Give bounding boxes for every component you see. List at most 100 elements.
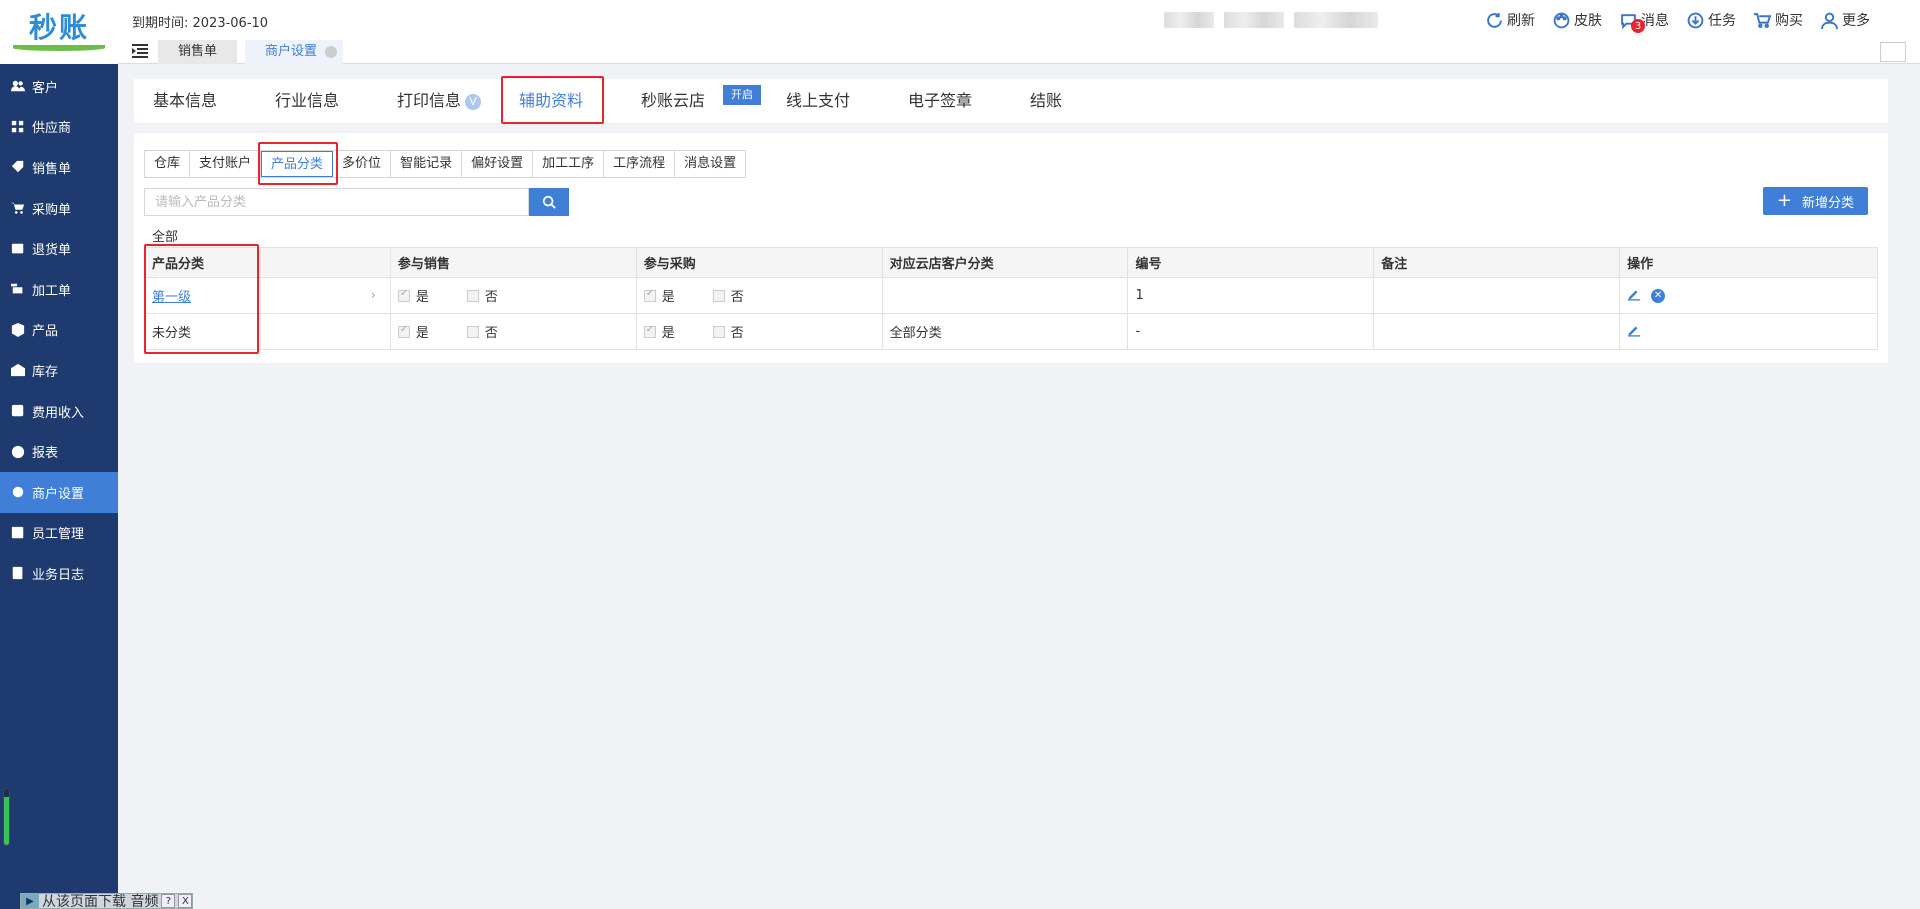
sidebar-item-5[interactable]: 加工单 xyxy=(0,269,118,310)
return-icon xyxy=(10,241,26,257)
category-name[interactable]: 第一级 xyxy=(152,290,191,305)
checkbox[interactable] xyxy=(466,325,479,338)
sidebar-item-8[interactable]: 费用收入 xyxy=(0,391,118,432)
category-search-input[interactable] xyxy=(144,188,529,216)
option-yes[interactable]: 是 xyxy=(397,286,429,305)
sidebar-item-6[interactable]: 产品 xyxy=(0,310,118,351)
sidebar-item-4[interactable]: 退货单 xyxy=(0,228,118,269)
tab-print-info-label: 打印信息 xyxy=(397,91,462,110)
subtab-1[interactable]: 支付账户 xyxy=(190,151,262,177)
tab-e-signature[interactable]: 电子签章 xyxy=(908,79,972,123)
checkbox[interactable] xyxy=(712,289,725,302)
sidebar-item-11[interactable]: 员工管理 xyxy=(0,513,118,554)
top-action-task[interactable]: 任务 xyxy=(1687,10,1736,30)
delete-icon[interactable]: ✕ xyxy=(1651,288,1666,303)
menu-toggle-icon[interactable] xyxy=(132,44,148,58)
cell-cloud-category xyxy=(881,277,1129,314)
subtab-6[interactable]: 加工工序 xyxy=(533,151,605,177)
option-yes[interactable]: 是 xyxy=(643,322,675,341)
subtab-3[interactable]: 多价位 xyxy=(333,151,392,177)
option-no[interactable]: 否 xyxy=(712,286,744,305)
logo-swoosh xyxy=(13,45,105,51)
blurred-info xyxy=(1224,12,1284,28)
help-button[interactable]: ? xyxy=(161,894,176,908)
cloud-store-open-badge: 开启 xyxy=(723,85,761,105)
option-no[interactable]: 否 xyxy=(466,286,498,305)
col-header-remark: 备注 xyxy=(1373,247,1621,278)
subtab-4[interactable]: 智能记录 xyxy=(391,151,463,177)
tab-cloud-store[interactable]: 秒账云店 xyxy=(641,79,705,123)
category-table: 产品分类 参与销售 参与采购 对应云店客户分类 编号 备注 操作 第一级›是否是… xyxy=(144,247,1878,350)
sidebar-scroll-indicator[interactable] xyxy=(3,788,10,846)
cell-sale: 是否 xyxy=(389,277,637,314)
sidebar-item-1[interactable]: 供应商 xyxy=(0,107,118,148)
top-action-label: 皮肤 xyxy=(1574,13,1602,29)
sidebar-item-3[interactable]: 采购单 xyxy=(0,188,118,229)
top-action-palette[interactable]: 皮肤 xyxy=(1553,10,1602,30)
table-header-row: 产品分类 参与销售 参与采购 对应云店客户分类 编号 备注 操作 xyxy=(144,247,1878,278)
cell-category[interactable]: 第一级 xyxy=(144,277,261,314)
settings-tabs: 基本信息 行业信息 打印信息 V 辅助资料 秒账云店 开启 线上支付 电子签章 结… xyxy=(134,76,1888,124)
cell-actions: ✕ xyxy=(1619,277,1878,314)
search-bar xyxy=(144,188,569,216)
subtab-7[interactable]: 工序流程 xyxy=(604,151,676,177)
page-tab-merchant-settings[interactable]: 商户设置 xyxy=(245,40,344,64)
tab-close-icon[interactable] xyxy=(325,46,338,58)
top-action-user[interactable]: 更多 xyxy=(1821,10,1870,30)
edit-icon[interactable] xyxy=(1627,287,1641,305)
sidebar-item-label: 员工管理 xyxy=(32,527,85,543)
search-button[interactable] xyxy=(529,188,569,216)
staff-icon xyxy=(10,525,26,541)
top-action-cart[interactable]: 购买 xyxy=(1754,10,1803,30)
sidebar-item-label: 费用收入 xyxy=(32,405,85,421)
window-toggle-button[interactable] xyxy=(1880,42,1906,62)
page-tab-sales-order[interactable]: 销售单 xyxy=(158,40,238,64)
cell-cloud-category: 全部分类 xyxy=(881,313,1129,350)
tab-basic-info[interactable]: 基本信息 xyxy=(153,79,217,123)
sidebar-item-0[interactable]: 客户 xyxy=(0,66,118,107)
subtab-5[interactable]: 偏好设置 xyxy=(462,151,534,177)
subtab-8[interactable]: 消息设置 xyxy=(675,151,746,177)
sidebar-item-label: 退货单 xyxy=(32,243,72,259)
option-no[interactable]: 否 xyxy=(466,322,498,341)
sidebar-item-label: 采购单 xyxy=(32,202,72,218)
cell-expand[interactable]: › xyxy=(259,277,391,314)
checkbox[interactable] xyxy=(466,289,479,302)
tab-checkout[interactable]: 结账 xyxy=(1030,79,1062,123)
checkbox[interactable] xyxy=(712,325,725,338)
box-icon xyxy=(10,322,26,338)
edit-icon[interactable] xyxy=(1627,323,1641,341)
sidebar-item-9[interactable]: 报表 xyxy=(0,431,118,472)
tab-print-info[interactable]: 打印信息 V xyxy=(397,79,482,123)
col-header-cloud-category: 对应云店客户分类 xyxy=(881,247,1129,278)
sidebar-item-10[interactable]: 商户设置 xyxy=(0,471,118,513)
close-button[interactable]: X xyxy=(178,894,193,908)
option-no[interactable]: 否 xyxy=(712,322,744,341)
col-header-sale: 参与销售 xyxy=(389,247,637,278)
logo[interactable]: 秒账 xyxy=(0,0,118,64)
checkbox[interactable] xyxy=(643,324,656,338)
sidebar-nav: 客户 供应商 销售单采购单退货单加工单产品 库存费用收入报表 商户设置员工管理业务日志 xyxy=(0,66,118,594)
top-action-message[interactable]: 3 消息 xyxy=(1620,10,1669,33)
checkbox[interactable] xyxy=(397,324,410,338)
tab-online-payment[interactable]: 线上支付 xyxy=(786,79,850,123)
media-download-bar[interactable]: ▶ 从该页面下载 音频 ? X xyxy=(20,893,194,909)
checkbox[interactable] xyxy=(643,288,656,302)
top-action-label: 刷新 xyxy=(1507,13,1535,29)
option-yes[interactable]: 是 xyxy=(643,286,675,305)
top-action-refresh[interactable]: 刷新 xyxy=(1486,10,1535,30)
sidebar-item-2[interactable]: 销售单 xyxy=(0,147,118,188)
sidebar-item-label: 加工单 xyxy=(32,283,72,299)
play-icon[interactable]: ▶ xyxy=(21,894,39,908)
top-action-label: 消息 xyxy=(1641,13,1669,29)
tab-industry-info[interactable]: 行业信息 xyxy=(275,79,339,123)
chevron-right-icon[interactable]: › xyxy=(371,288,376,302)
add-category-button[interactable]: + 新增分类 xyxy=(1762,187,1868,215)
page-tab-label: 商户设置 xyxy=(265,44,318,59)
sidebar-item-7[interactable]: 库存 xyxy=(0,350,118,391)
checkbox[interactable] xyxy=(397,288,410,302)
tree-root-all[interactable]: 全部 xyxy=(152,226,178,245)
sidebar-item-12[interactable]: 业务日志 xyxy=(0,553,118,594)
option-yes[interactable]: 是 xyxy=(397,322,429,341)
subtab-0[interactable]: 仓库 xyxy=(145,151,191,177)
